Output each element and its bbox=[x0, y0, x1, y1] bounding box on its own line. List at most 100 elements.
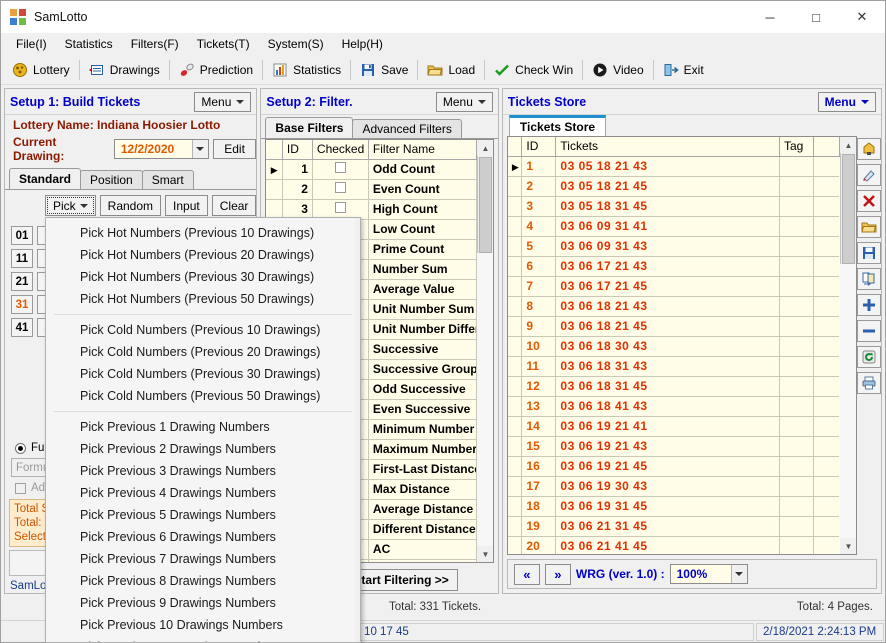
menu-item-help[interactable]: Help(H) bbox=[333, 35, 392, 53]
filter-scrollbar[interactable]: ▲ ▼ bbox=[476, 140, 494, 562]
row-indicator[interactable] bbox=[507, 196, 523, 217]
table-row[interactable]: 16 03 06 19 21 45 bbox=[507, 456, 840, 477]
row-indicator[interactable] bbox=[507, 416, 523, 437]
minimize-button[interactable]: ─ bbox=[747, 1, 793, 33]
col-filter-name[interactable]: Filter Name bbox=[368, 140, 477, 160]
scroll-thumb[interactable] bbox=[841, 154, 855, 264]
delete-x-icon[interactable] bbox=[856, 190, 881, 212]
tab-standard[interactable]: Standard bbox=[9, 168, 82, 189]
tab-advanced-filters[interactable]: Advanced Filters bbox=[352, 119, 462, 138]
dropdown-menu-item[interactable]: Pick Previous 10 Drawings Numbers bbox=[46, 614, 360, 636]
row-indicator[interactable] bbox=[266, 199, 283, 220]
dropdown-menu-item[interactable]: Pick Cold Numbers (Previous 10 Drawings) bbox=[46, 319, 360, 341]
checkbox-icon[interactable] bbox=[334, 182, 346, 193]
dropdown-menu-item[interactable]: Pick Cold Numbers (Previous 30 Drawings) bbox=[46, 363, 360, 385]
table-row[interactable]: 8 03 06 18 21 43 bbox=[507, 296, 840, 317]
tab-position[interactable]: Position bbox=[80, 170, 143, 189]
row-indicator[interactable] bbox=[507, 536, 523, 554]
toolbar-button-drawings[interactable]: Drawings bbox=[82, 57, 167, 83]
export-page-icon[interactable] bbox=[856, 268, 881, 290]
menu-item-filters[interactable]: Filters(F) bbox=[122, 35, 188, 53]
dropdown-menu-item[interactable]: Pick Previous 3 Drawings Numbers bbox=[46, 460, 360, 482]
dropdown-menu-item[interactable]: Pick Previous 2 Drawings Numbers bbox=[46, 438, 360, 460]
table-row[interactable]: 2 03 05 18 21 45 bbox=[507, 176, 840, 197]
checkbox-icon[interactable] bbox=[334, 202, 346, 213]
col-tickets[interactable]: Tickets bbox=[555, 137, 780, 157]
table-row[interactable]: ▶1Odd Count1-5 bbox=[266, 159, 477, 180]
toolbar-button-save[interactable]: Save bbox=[353, 57, 415, 83]
open-folder-icon[interactable] bbox=[856, 216, 881, 238]
scroll-up-icon[interactable]: ▲ bbox=[840, 137, 857, 153]
table-row[interactable]: 7 03 06 17 21 45 bbox=[507, 276, 840, 297]
table-row[interactable]: 2Even Count1-5 bbox=[266, 179, 477, 200]
table-row[interactable]: 6 03 06 17 21 43 bbox=[507, 256, 840, 277]
tickets-grid-scroll[interactable]: ID Tickets Tag ▶ 1 03 05 18 21 43 2 03 05 18… bbox=[507, 137, 840, 554]
table-row[interactable]: 5 03 06 09 31 43 bbox=[507, 236, 840, 257]
row-indicator[interactable] bbox=[507, 436, 523, 457]
menu-item-file[interactable]: File(I) bbox=[7, 35, 56, 53]
random-button[interactable]: Random bbox=[99, 195, 162, 216]
dropdown-menu-item[interactable]: Pick Cold Numbers (Previous 20 Drawings) bbox=[46, 341, 360, 363]
dropdown-menu-item[interactable]: Pick Previous 11 Drawings Numbers bbox=[46, 636, 360, 642]
dropdown-menu-item[interactable]: Pick Previous 1 Drawing Numbers bbox=[46, 416, 360, 438]
menu-item-statistics[interactable]: Statistics bbox=[56, 35, 122, 53]
pick-button[interactable]: Pick bbox=[45, 195, 96, 216]
dropdown-menu-item[interactable]: Pick Hot Numbers (Previous 20 Drawings) bbox=[46, 244, 360, 266]
scroll-down-icon[interactable]: ▼ bbox=[840, 538, 857, 554]
toolbar-button-prediction[interactable]: Prediction bbox=[172, 57, 260, 83]
row-indicator[interactable] bbox=[507, 356, 523, 377]
zoom-combo[interactable]: 100% bbox=[669, 564, 748, 584]
number-cell[interactable]: 11 bbox=[11, 249, 33, 268]
dropdown-menu-item[interactable]: Pick Hot Numbers (Previous 10 Drawings) bbox=[46, 222, 360, 244]
menu-item-tickets[interactable]: Tickets(T) bbox=[188, 35, 259, 53]
row-indicator[interactable]: ▶ bbox=[266, 159, 283, 180]
row-indicator[interactable] bbox=[507, 476, 523, 497]
pick-dropdown-menu[interactable]: Pick Hot Numbers (Previous 10 Drawings) P… bbox=[45, 217, 361, 643]
row-indicator[interactable] bbox=[507, 316, 523, 337]
refresh-icon[interactable] bbox=[856, 346, 881, 368]
tickets-store-menu-button[interactable]: Menu bbox=[817, 91, 876, 112]
edit-pen-icon[interactable] bbox=[856, 164, 881, 186]
col-ticket-id[interactable]: ID bbox=[521, 137, 557, 157]
scroll-down-icon[interactable]: ▼ bbox=[477, 546, 494, 562]
remove-minus-icon[interactable] bbox=[856, 320, 881, 342]
table-row[interactable]: 13 03 06 18 41 43 bbox=[507, 396, 840, 417]
number-cell[interactable]: 01 bbox=[11, 226, 33, 245]
current-drawing-combo[interactable]: 12/2/2020 bbox=[113, 139, 209, 159]
table-row[interactable]: 17 03 06 19 30 43 bbox=[507, 476, 840, 497]
setup2-menu-button[interactable]: Menu bbox=[435, 91, 493, 112]
dropdown-menu-item[interactable]: Pick Previous 9 Drawings Numbers bbox=[46, 592, 360, 614]
start-filtering-button[interactable]: Start Filtering >> bbox=[344, 569, 458, 591]
radio-icon[interactable] bbox=[15, 442, 26, 454]
checkbox-icon[interactable] bbox=[15, 482, 26, 494]
row-indicator[interactable] bbox=[507, 516, 523, 537]
dropdown-scroll-stub[interactable] bbox=[355, 218, 360, 642]
toolbar-button-load[interactable]: Load bbox=[420, 57, 482, 83]
table-row[interactable]: 20 03 06 21 41 45 bbox=[507, 536, 840, 554]
scroll-track[interactable] bbox=[840, 264, 857, 538]
chevron-down-icon[interactable] bbox=[730, 565, 747, 583]
next-page-button[interactable]: » bbox=[544, 563, 571, 585]
add-plus-icon[interactable] bbox=[856, 294, 881, 316]
dropdown-menu-item[interactable]: Pick Previous 8 Drawings Numbers bbox=[46, 570, 360, 592]
input-button[interactable]: Input bbox=[165, 195, 208, 216]
scroll-up-icon[interactable]: ▲ bbox=[477, 140, 494, 156]
table-row[interactable]: 10 03 06 18 30 43 bbox=[507, 336, 840, 357]
cell-checked[interactable] bbox=[312, 179, 369, 200]
dropdown-menu-item[interactable]: Pick Previous 5 Drawings Numbers bbox=[46, 504, 360, 526]
col-checked[interactable]: Checked bbox=[312, 140, 369, 160]
dropdown-menu-item[interactable]: Pick Previous 7 Drawings Numbers bbox=[46, 548, 360, 570]
clear-button[interactable]: Clear bbox=[211, 195, 257, 216]
table-row[interactable]: 19 03 06 21 31 45 bbox=[507, 516, 840, 537]
setup1-menu-button[interactable]: Menu bbox=[194, 91, 252, 112]
row-indicator[interactable] bbox=[507, 496, 523, 517]
row-indicator[interactable]: ▶ bbox=[507, 156, 523, 177]
tickets-scrollbar[interactable]: ▲ ▼ bbox=[839, 137, 857, 554]
table-row[interactable]: 4 03 06 09 31 41 bbox=[507, 216, 840, 237]
row-indicator[interactable] bbox=[507, 456, 523, 477]
table-row[interactable]: ▶ 1 03 05 18 21 43 bbox=[507, 156, 840, 177]
toolbar-button-check-win[interactable]: Check Win bbox=[487, 57, 580, 83]
row-indicator[interactable] bbox=[507, 236, 523, 257]
dropdown-menu-item[interactable]: Pick Hot Numbers (Previous 50 Drawings) bbox=[46, 288, 360, 310]
dropdown-menu-item[interactable]: Pick Hot Numbers (Previous 30 Drawings) bbox=[46, 266, 360, 288]
